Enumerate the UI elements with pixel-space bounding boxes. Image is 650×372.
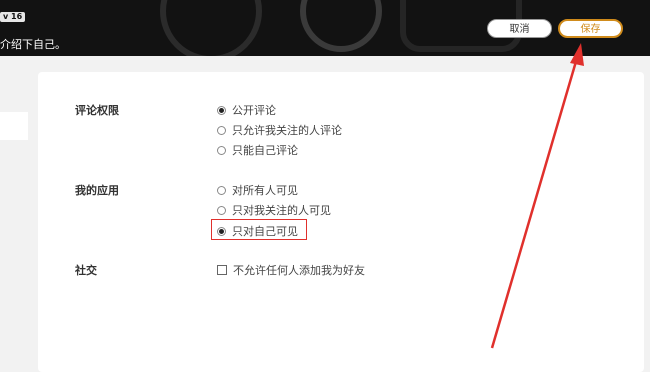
radio-button[interactable] <box>217 185 226 195</box>
social-label: 社交 <box>75 264 97 277</box>
radio-button[interactable] <box>217 205 226 215</box>
option-label: 公开评论 <box>232 104 276 117</box>
radio-button[interactable] <box>217 145 226 155</box>
bio-text: 介绍下自己。 <box>0 38 66 51</box>
comment-option-public[interactable]: 公开评论 <box>217 102 276 118</box>
save-button[interactable]: 保存 <box>558 19 623 38</box>
header-decoration <box>160 0 262 56</box>
level-badge: v 16 <box>0 12 26 22</box>
annotation-highlight-box <box>211 219 307 240</box>
radio-button[interactable] <box>217 105 226 115</box>
apps-option-followed[interactable]: 只对我关注的人可见 <box>217 202 331 218</box>
cancel-button[interactable]: 取消 <box>487 19 552 38</box>
comment-option-followed-only[interactable]: 只允许我关注的人评论 <box>217 122 342 138</box>
comment-permission-label: 评论权限 <box>75 104 119 117</box>
option-label: 只对我关注的人可见 <box>232 204 331 217</box>
apps-option-everyone[interactable]: 对所有人可见 <box>217 182 298 198</box>
option-label: 只能自己评论 <box>232 144 298 157</box>
option-label: 对所有人可见 <box>232 184 298 197</box>
settings-card <box>38 72 644 372</box>
checkbox[interactable] <box>217 265 227 275</box>
option-label: 不允许任何人添加我为好友 <box>233 264 365 277</box>
social-no-friend-requests[interactable]: 不允许任何人添加我为好友 <box>217 262 365 278</box>
my-apps-label: 我的应用 <box>75 184 119 197</box>
profile-header: v 16 介绍下自己。 取消 保存 <box>0 0 650 56</box>
sidebar-panel <box>0 112 28 140</box>
radio-button[interactable] <box>217 125 226 135</box>
option-label: 只允许我关注的人评论 <box>232 124 342 137</box>
header-decoration <box>300 0 382 52</box>
comment-option-self-only[interactable]: 只能自己评论 <box>217 142 298 158</box>
